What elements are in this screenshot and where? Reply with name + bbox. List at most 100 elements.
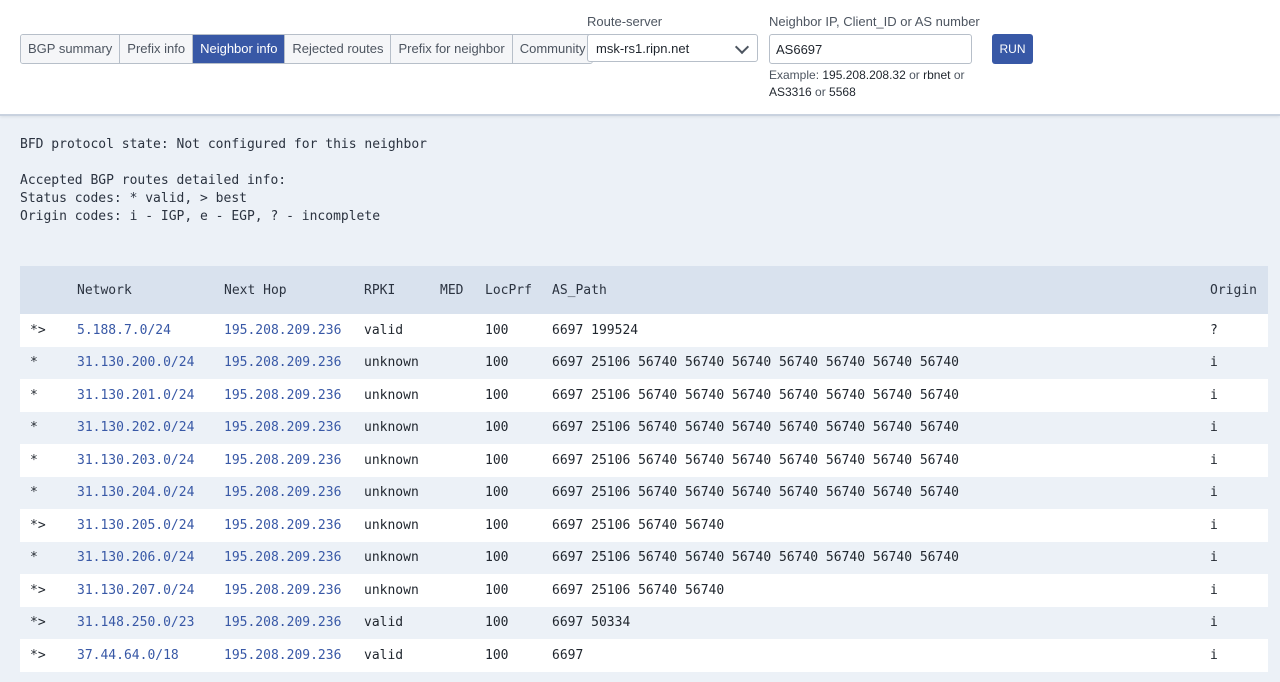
table-header-row: Network Next Hop RPKI MED LocPrf AS_Path… [20,266,1268,314]
table-row: * 31.130.200.0/24 195.208.209.236 unknown 10… [20,346,1268,380]
cell-next-hop-link[interactable]: 195.208.209.236 [224,485,341,500]
table-row: *> 31.148.250.0/23 195.208.209.236 valid 100… [20,606,1268,639]
status-codes-line: Status codes: * valid, > best [20,191,247,206]
table-row: *> 5.188.7.0/24 195.208.209.236 valid 100 669… [20,314,1268,347]
cell-origin: i [1210,582,1218,598]
accepted-routes-line: Accepted BGP routes detailed info: [20,173,287,188]
cell-origin: i [1210,647,1218,663]
cell-status: *> [30,615,46,631]
cell-network: 31.130.206.0/24 [77,542,224,575]
cell-rpki: valid [364,615,404,631]
table-row: * 31.130.206.0/24 195.208.209.236 unknown 10… [20,541,1268,575]
cell-as-path: 6697 25106 56740 56740 56740 56740 56740… [552,485,959,501]
neighbor-input[interactable] [769,34,972,64]
cell-rpki: unknown [364,582,419,598]
tab-neighbor-info[interactable]: Neighbor info [193,35,286,63]
tab-community[interactable]: Community [512,35,593,63]
cell-next-hop: 195.208.209.236 [224,477,364,510]
cell-network-link[interactable]: 31.130.201.0/24 [77,388,194,403]
cell-rpki: valid [364,647,404,663]
cell-status: * [30,452,38,468]
cell-next-hop-link[interactable]: 195.208.209.236 [224,388,341,403]
cell-network-link[interactable]: 31.130.203.0/24 [77,453,194,468]
cell-next-hop-link[interactable]: 195.208.209.236 [224,615,341,630]
cell-as-path: 6697 25106 56740 56740 56740 56740 56740… [552,550,959,566]
tab-prefix-for-neighbor[interactable]: Prefix for neighbor [391,35,513,63]
tab-bgp-summary[interactable]: BGP summary [21,35,121,63]
tab-prefix-info[interactable]: Prefix info [120,35,194,63]
cell-as-path: 6697 [552,647,584,663]
cell-origin: i [1210,485,1218,501]
cell-next-hop: 195.208.209.236 [224,542,364,575]
cell-network-link[interactable]: 31.130.202.0/24 [77,420,194,435]
cell-next-hop-link[interactable]: 195.208.209.236 [224,453,341,468]
cell-network-link[interactable]: 31.148.250.0/23 [77,615,194,630]
cell-origin: i [1210,452,1218,468]
hint-or: or [905,68,924,82]
table-row: * 31.130.202.0/24 195.208.209.236 unknown 10… [20,411,1268,445]
cell-as-path: 6697 25106 56740 56740 56740 56740 56740… [552,452,959,468]
cell-as-path: 6697 25106 56740 56740 56740 56740 56740… [552,387,959,403]
cell-locprf: 100 [485,322,509,338]
cell-network: 31.130.200.0/24 [77,347,224,380]
top-toolbar: BGP summary Prefix info Neighbor info Re… [0,0,1280,116]
cell-network-link[interactable]: 31.130.205.0/24 [77,518,194,533]
cell-med [440,314,485,347]
cell-next-hop: 195.208.209.236 [224,639,364,672]
cell-as-path: 6697 25106 56740 56740 [552,517,725,533]
cell-next-hop-link[interactable]: 195.208.209.236 [224,355,341,370]
cell-next-hop-link[interactable]: 195.208.209.236 [224,583,341,598]
cell-origin: i [1210,387,1218,403]
cell-status: * [30,387,38,403]
cell-network-link[interactable]: 31.130.207.0/24 [77,583,194,598]
col-locprf-header: LocPrf [485,282,532,298]
cell-network-link[interactable]: 31.130.200.0/24 [77,355,194,370]
cell-network-link[interactable]: 31.130.206.0/24 [77,550,194,565]
col-as-path-header: AS_Path [552,282,607,298]
cell-rpki: unknown [364,355,419,371]
cell-next-hop-link[interactable]: 195.208.209.236 [224,420,341,435]
cell-med [440,444,485,477]
cell-locprf: 100 [485,582,509,598]
cell-network-link[interactable]: 5.188.7.0/24 [77,323,171,338]
cell-status: * [30,355,38,371]
tab-rejected-routes[interactable]: Rejected routes [285,35,392,63]
cell-med [440,542,485,575]
hint-or: or [811,85,830,99]
cell-locprf: 100 [485,420,509,436]
cell-rpki: unknown [364,550,419,566]
cell-med [440,639,485,672]
cell-status: * [30,550,38,566]
chevron-down-icon [734,39,750,55]
cell-locprf: 100 [485,517,509,533]
cell-locprf: 100 [485,485,509,501]
cell-network-link[interactable]: 37.44.64.0/18 [77,648,179,663]
cell-network: 5.188.7.0/24 [77,314,224,347]
hint-or: or [950,68,965,82]
cell-network: 31.130.202.0/24 [77,412,224,445]
cell-as-path: 6697 199524 [552,322,639,338]
run-button[interactable]: RUN [992,34,1033,64]
cell-med [440,347,485,380]
cell-status: *> [30,582,46,598]
cell-next-hop-link[interactable]: 195.208.209.236 [224,518,341,533]
cell-origin: i [1210,550,1218,566]
cell-next-hop-link[interactable]: 195.208.209.236 [224,550,341,565]
cell-next-hop: 195.208.209.236 [224,347,364,380]
cell-med [440,379,485,412]
hint-example-as: AS3316 [769,85,812,99]
route-server-select[interactable]: msk-rs1.ripn.net [587,34,758,62]
cell-next-hop: 195.208.209.236 [224,314,364,347]
cell-locprf: 100 [485,550,509,566]
cell-network: 37.44.64.0/18 [77,639,224,672]
cell-origin: i [1210,615,1218,631]
table-row: *> 31.130.205.0/24 195.208.209.236 unknown 1… [20,509,1268,542]
cell-next-hop: 195.208.209.236 [224,444,364,477]
cell-next-hop-link[interactable]: 195.208.209.236 [224,648,341,663]
cell-next-hop-link[interactable]: 195.208.209.236 [224,323,341,338]
cell-rpki: unknown [364,452,419,468]
table-row: * 31.130.204.0/24 195.208.209.236 unknown 10… [20,476,1268,510]
cell-locprf: 100 [485,615,509,631]
cell-as-path: 6697 25106 56740 56740 [552,582,725,598]
cell-network-link[interactable]: 31.130.204.0/24 [77,485,194,500]
